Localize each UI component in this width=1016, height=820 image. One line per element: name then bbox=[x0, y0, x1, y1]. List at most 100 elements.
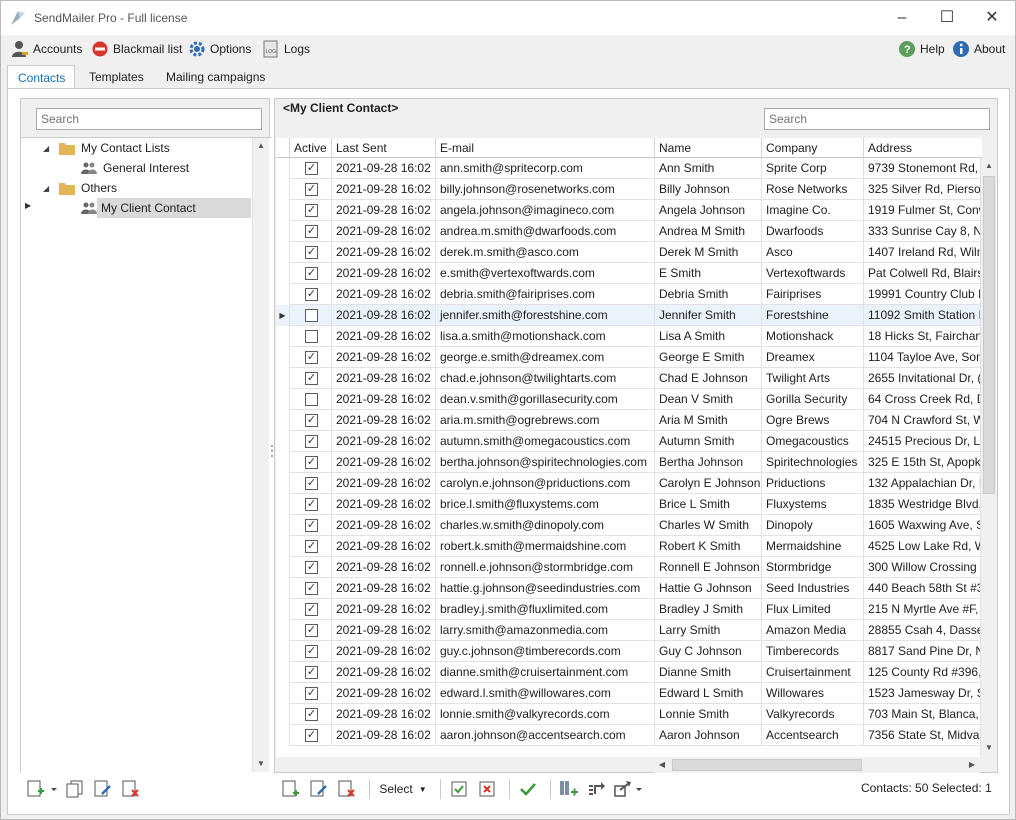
current-row-indicator-icon[interactable]: ▶ bbox=[276, 305, 290, 326]
grid-horizontal-scrollbar[interactable]: ◀ ▶ bbox=[654, 757, 980, 773]
table-row[interactable]: ✓ 2021-09-28 16:02 debria.smith@fairiprise… bbox=[276, 284, 982, 305]
table-row[interactable]: 2021-09-28 16:02 lisa.a.smith@motionshack… bbox=[276, 326, 982, 347]
menu-accounts[interactable]: Accounts bbox=[11, 39, 82, 59]
active-checkbox[interactable]: ✓ bbox=[305, 372, 318, 385]
scroll-up-icon[interactable]: ▲ bbox=[981, 158, 997, 174]
table-row[interactable]: ✓ 2021-09-28 16:02 dianne.smith@cruisertai… bbox=[276, 662, 982, 683]
table-row[interactable]: ✓ 2021-09-28 16:02 lonnie.smith@valkyrecor… bbox=[276, 704, 982, 725]
row-header[interactable] bbox=[276, 683, 290, 704]
row-header[interactable] bbox=[276, 641, 290, 662]
row-header[interactable] bbox=[276, 431, 290, 452]
verify-button[interactable] bbox=[516, 778, 540, 800]
minimize-button[interactable]: – bbox=[879, 1, 925, 35]
column-header-active[interactable]: Active bbox=[290, 138, 332, 158]
row-header[interactable] bbox=[276, 347, 290, 368]
export-dropdown-button[interactable] bbox=[613, 778, 645, 800]
table-row[interactable]: ✓ 2021-09-28 16:02 derek.m.smith@asco.com D… bbox=[276, 242, 982, 263]
scroll-down-icon[interactable]: ▼ bbox=[253, 756, 269, 772]
table-row[interactable]: ✓ 2021-09-28 16:02 larry.smith@amazonmedia… bbox=[276, 620, 982, 641]
table-row[interactable]: 2021-09-28 16:02 dean.v.smith@gorillasecu… bbox=[276, 389, 982, 410]
column-header-name[interactable]: Name bbox=[655, 138, 762, 158]
table-row[interactable]: ✓ 2021-09-28 16:02 bertha.johnson@spiritec… bbox=[276, 452, 982, 473]
active-checkbox[interactable]: ✓ bbox=[305, 225, 318, 238]
edit-contact-button[interactable] bbox=[307, 778, 331, 800]
maximize-button[interactable]: ☐ bbox=[924, 1, 970, 35]
table-row[interactable]: ✓ 2021-09-28 16:02 billy.johnson@rosenetwo… bbox=[276, 179, 982, 200]
active-checkbox[interactable]: ✓ bbox=[305, 687, 318, 700]
active-checkbox[interactable]: ✓ bbox=[305, 645, 318, 658]
edit-list-button[interactable] bbox=[91, 778, 115, 800]
table-row[interactable]: ✓ 2021-09-28 16:02 ronnell.e.johnson@storm… bbox=[276, 557, 982, 578]
table-row[interactable]: ✓ 2021-09-28 16:02 chad.e.johnson@twilight… bbox=[276, 368, 982, 389]
row-header[interactable] bbox=[276, 242, 290, 263]
table-row[interactable]: ✓ 2021-09-28 16:02 guy.c.johnson@timbereco… bbox=[276, 641, 982, 662]
row-header[interactable] bbox=[276, 158, 290, 179]
table-row[interactable]: ✓ 2021-09-28 16:02 aaron.johnson@accentsea… bbox=[276, 725, 982, 746]
row-header[interactable] bbox=[276, 725, 290, 746]
table-row[interactable]: ✓ 2021-09-28 16:02 edward.l.smith@willowar… bbox=[276, 683, 982, 704]
row-header[interactable] bbox=[276, 704, 290, 725]
row-header[interactable] bbox=[276, 200, 290, 221]
menu-help[interactable]: ? Help bbox=[898, 39, 945, 59]
table-row[interactable]: ✓ 2021-09-28 16:02 hattie.g.johnson@seedin… bbox=[276, 578, 982, 599]
delete-list-button[interactable] bbox=[119, 778, 143, 800]
table-row[interactable]: ✓ 2021-09-28 16:02 autumn.smith@omegacoust… bbox=[276, 431, 982, 452]
row-header[interactable] bbox=[276, 221, 290, 242]
row-header[interactable] bbox=[276, 578, 290, 599]
active-checkbox[interactable]: ✓ bbox=[305, 267, 318, 280]
tree-node-my-client-contact[interactable]: My Client Contact bbox=[97, 198, 251, 218]
tab-templates[interactable]: Templates bbox=[79, 65, 154, 89]
active-checkbox[interactable]: ✓ bbox=[305, 582, 318, 595]
row-header[interactable] bbox=[276, 494, 290, 515]
tree-node-my-contact-lists[interactable]: ◢ My Contact Lists bbox=[43, 138, 170, 158]
scroll-thumb[interactable] bbox=[672, 759, 862, 771]
table-row[interactable]: ✓ 2021-09-28 16:02 bradley.j.smith@fluxlim… bbox=[276, 599, 982, 620]
scroll-down-icon[interactable]: ▼ bbox=[981, 740, 997, 756]
active-checkbox[interactable]: ✓ bbox=[305, 162, 318, 175]
tree-node-others[interactable]: ◢ Others bbox=[43, 178, 117, 198]
menu-blackmail-list[interactable]: Blackmail list bbox=[91, 39, 182, 59]
add-list-button[interactable] bbox=[25, 778, 59, 800]
menu-about[interactable]: About bbox=[952, 39, 1005, 59]
active-checkbox[interactable]: ✓ bbox=[305, 456, 318, 469]
column-header-company[interactable]: Company bbox=[762, 138, 864, 158]
tab-mailing-campaigns[interactable]: Mailing campaigns bbox=[156, 65, 275, 89]
table-row[interactable]: ✓ 2021-09-28 16:02 robert.k.smith@mermaids… bbox=[276, 536, 982, 557]
add-contact-button[interactable] bbox=[279, 778, 303, 800]
scroll-up-icon[interactable]: ▲ bbox=[253, 138, 269, 154]
copy-list-button[interactable] bbox=[63, 778, 87, 800]
row-header[interactable] bbox=[276, 263, 290, 284]
active-checkbox[interactable]: ✓ bbox=[305, 414, 318, 427]
grid-vertical-scrollbar[interactable]: ▲ ▼ bbox=[980, 158, 997, 756]
table-row[interactable]: ✓ 2021-09-28 16:02 aria.m.smith@ogrebrews.… bbox=[276, 410, 982, 431]
collapse-arrow-icon[interactable]: ◢ bbox=[43, 144, 53, 153]
row-header[interactable] bbox=[276, 389, 290, 410]
active-checkbox[interactable]: ✓ bbox=[305, 288, 318, 301]
row-header[interactable] bbox=[276, 368, 290, 389]
active-checkbox[interactable]: ✓ bbox=[305, 204, 318, 217]
tree-node-general-interest[interactable]: General Interest bbox=[81, 158, 189, 178]
row-header[interactable] bbox=[276, 326, 290, 347]
contacts-search-input[interactable] bbox=[764, 108, 990, 130]
active-checkbox[interactable]: ✓ bbox=[305, 540, 318, 553]
table-row[interactable]: ✓ 2021-09-28 16:02 charles.w.smith@dinopol… bbox=[276, 515, 982, 536]
active-checkbox[interactable]: ✓ bbox=[305, 246, 318, 259]
row-header[interactable] bbox=[276, 557, 290, 578]
active-checkbox[interactable]: ✓ bbox=[305, 183, 318, 196]
close-button[interactable]: ✕ bbox=[969, 1, 1015, 35]
deactivate-button[interactable] bbox=[475, 778, 499, 800]
active-checkbox[interactable]: ✓ bbox=[305, 498, 318, 511]
active-checkbox[interactable]: ✓ bbox=[305, 477, 318, 490]
column-header-last-sent[interactable]: Last Sent bbox=[332, 138, 436, 158]
activate-button[interactable] bbox=[447, 778, 471, 800]
column-header-email[interactable]: E-mail bbox=[436, 138, 655, 158]
collapse-arrow-icon[interactable]: ◢ bbox=[43, 184, 53, 193]
row-header[interactable] bbox=[276, 515, 290, 536]
column-header-address[interactable]: Address bbox=[864, 138, 982, 158]
table-row[interactable]: ✓ 2021-09-28 16:02 andrea.m.smith@dwarfood… bbox=[276, 221, 982, 242]
active-checkbox[interactable] bbox=[305, 330, 318, 343]
row-header[interactable] bbox=[276, 284, 290, 305]
lists-search-input[interactable] bbox=[36, 108, 262, 130]
table-row[interactable]: ▶ 2021-09-28 16:02 jennifer.smith@forestsh… bbox=[276, 305, 982, 326]
row-header[interactable] bbox=[276, 620, 290, 641]
